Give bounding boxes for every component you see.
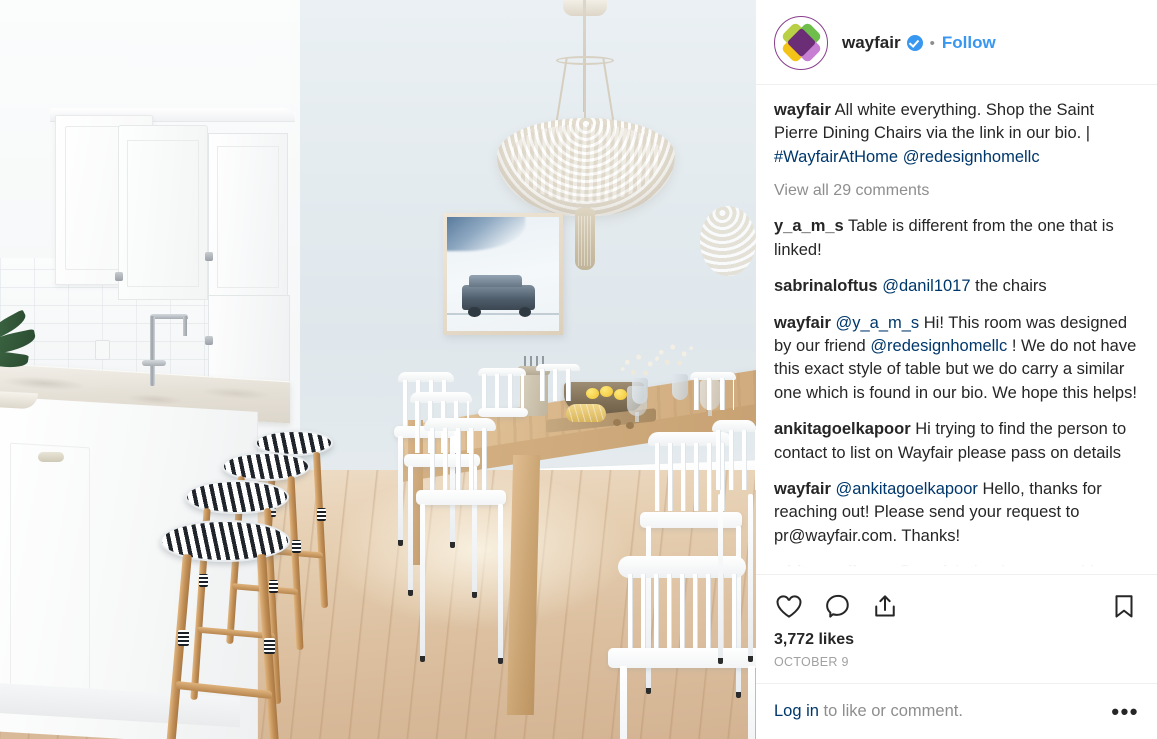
action-icon-row — [774, 587, 1139, 629]
artwork-horizon — [447, 313, 559, 316]
chandelier-second — [700, 206, 756, 276]
caption-author[interactable]: wayfair — [774, 101, 831, 119]
comment-author[interactable]: wayfair — [774, 480, 831, 498]
comment-item-partial: whitney.allman @wayfair thank you, anyth… — [774, 561, 1139, 574]
view-all-comments-link[interactable]: View all 29 comments — [774, 182, 1139, 200]
login-prompt-bar: Log in to like or comment. ••• — [756, 683, 1157, 739]
cabinet-knob — [205, 336, 213, 345]
avatar[interactable] — [774, 16, 828, 70]
comment-mention[interactable]: @y_a_m_s — [835, 314, 919, 332]
more-options-icon[interactable]: ••• — [1111, 700, 1139, 722]
post-actions-section: 3,772 likes OCTOBER 9 — [756, 574, 1157, 683]
island-drawer-pull — [38, 452, 64, 462]
separator-dot: • — [929, 34, 935, 52]
post-caption: wayfair All white everything. Shop the S… — [774, 99, 1139, 169]
flower-bloom — [652, 342, 698, 376]
bud-vase — [672, 374, 688, 400]
chandelier-tassel — [575, 208, 595, 270]
faucet-handle — [142, 360, 166, 366]
post-sidebar: wayfair • Follow wayfair All white every… — [756, 0, 1157, 739]
follow-button[interactable]: Follow — [942, 33, 996, 53]
verified-badge-icon — [906, 35, 923, 51]
login-rest-text: to like or comment. — [818, 702, 963, 720]
faucet-column — [150, 316, 155, 386]
share-icon[interactable] — [870, 591, 900, 621]
comment-item: sabrinaloftus @danil1017 the chairs — [774, 275, 1139, 298]
artwork-sky — [447, 217, 526, 252]
framed-artwork — [443, 213, 563, 335]
comment-mention[interactable]: @ankitagoelkapoor — [835, 480, 977, 498]
account-username[interactable]: wayfair — [842, 33, 901, 53]
comment-body: the chairs — [975, 277, 1047, 296]
nut — [626, 422, 634, 429]
comment-author[interactable]: sabrinaloftus — [774, 277, 878, 295]
artwork-wheel — [468, 307, 481, 318]
post-header: wayfair • Follow — [756, 0, 1157, 85]
comment-item: wayfair @y_a_m_s Hi! This room was desig… — [774, 312, 1139, 406]
comment-body: thank you, anything — [969, 563, 1113, 574]
comment-bubble-icon[interactable] — [822, 591, 852, 621]
artwork-canvas — [447, 217, 559, 331]
comment-mention-2[interactable]: @redesignhomellc — [870, 337, 1007, 355]
island-panel — [10, 442, 90, 698]
wayfair-logo-icon — [778, 20, 824, 66]
comments-scroll-area[interactable]: wayfair All white everything. Shop the S… — [756, 85, 1157, 574]
upper-cabinet-right — [205, 133, 288, 301]
photo-scene — [0, 0, 756, 739]
wall-outlet — [95, 340, 110, 360]
caption-mention[interactable]: @redesignhomellc — [903, 148, 1040, 166]
comment-item: y_a_m_s Table is different from the one … — [774, 215, 1139, 262]
comment-item: ankitagoelkapoor Hi trying to find the p… — [774, 418, 1139, 465]
post-photo[interactable] — [0, 0, 756, 739]
bread-loaf — [566, 404, 606, 422]
login-text: Log in to like or comment. — [774, 702, 963, 721]
leaf — [0, 348, 29, 371]
nut — [613, 419, 621, 426]
cabinet-knob — [205, 252, 213, 261]
lemon — [586, 388, 599, 399]
bookmark-icon[interactable] — [1109, 591, 1139, 621]
login-link[interactable]: Log in — [774, 702, 819, 720]
faucet-spout — [183, 316, 187, 336]
wine-glass — [627, 386, 647, 422]
lemon — [600, 386, 613, 397]
comment-mention[interactable]: @wayfair — [896, 563, 965, 574]
comment-mention[interactable]: @danil1017 — [882, 277, 970, 295]
cabinet-knob — [115, 272, 123, 281]
comment-author[interactable]: y_a_m_s — [774, 217, 844, 235]
plant — [0, 300, 52, 390]
comment-author[interactable]: whitney.allman — [774, 563, 891, 574]
caption-hashtag[interactable]: #WayfairAtHome — [774, 148, 898, 166]
post-date: OCTOBER 9 — [774, 655, 849, 669]
header-text: wayfair • Follow — [842, 33, 996, 53]
artwork-wheel — [518, 307, 531, 318]
instagram-post: wayfair • Follow wayfair All white every… — [0, 0, 1157, 739]
comment-author[interactable]: wayfair — [774, 314, 831, 332]
like-count[interactable]: 3,772 likes — [774, 629, 1139, 655]
comment-author[interactable]: ankitagoelkapoor — [774, 420, 911, 438]
lemon — [614, 389, 627, 400]
comment-item: wayfair @ankitagoelkapoor Hello, thanks … — [774, 478, 1139, 548]
heart-icon[interactable] — [774, 591, 804, 621]
upper-cabinet-mid — [115, 125, 208, 300]
